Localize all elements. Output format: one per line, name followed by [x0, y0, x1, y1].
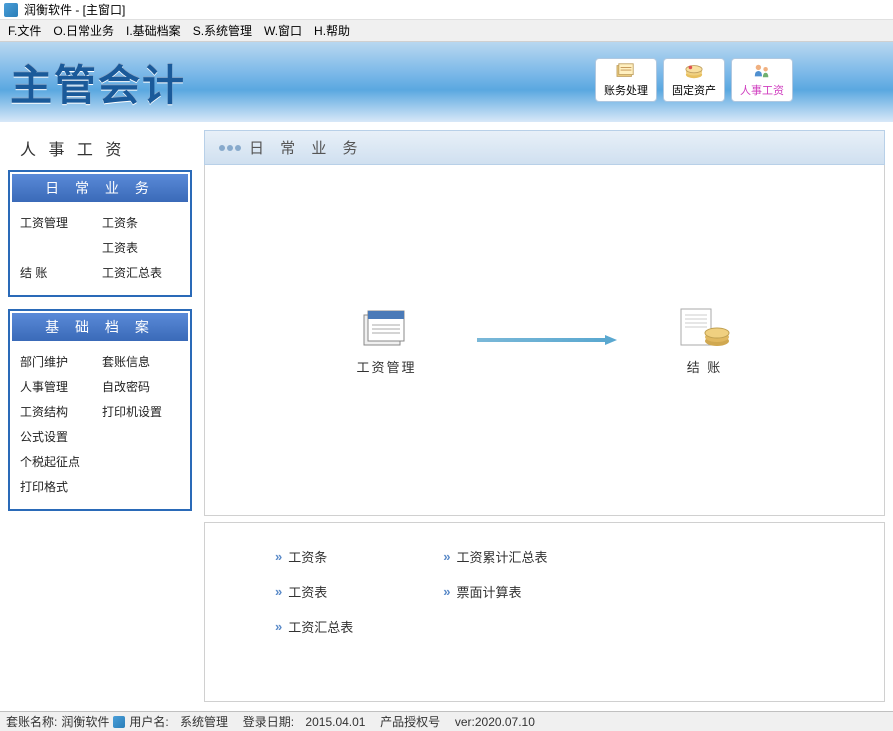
sidebar-title: 人 事 工 资	[8, 130, 192, 166]
status-icon	[113, 716, 125, 728]
sidebar-item-hr-mgmt[interactable]: 人事管理	[18, 374, 100, 399]
sidebar-item-salary-summary[interactable]: 工资汇总表	[100, 260, 182, 285]
status-user-label: 用户名:	[129, 713, 168, 730]
documents-icon	[358, 305, 414, 351]
content-main: 工资管理 结 账	[204, 165, 885, 516]
hr-icon	[751, 62, 773, 80]
status-date-value: 2015.04.01	[305, 715, 365, 729]
flow-close-account[interactable]: 结 账	[677, 305, 733, 376]
sidebar-item-tax-threshold[interactable]: 个税起征点	[18, 449, 182, 474]
banner-buttons: 账务处理 固定资产 人事工资	[595, 58, 793, 102]
content-bottom: 工资条 工资表 工资汇总表 工资累计汇总表 票面计算表	[204, 522, 885, 702]
sidebar-item-printer[interactable]: 打印机设置	[100, 399, 182, 424]
sidebar-item-salary-table[interactable]: 工资表	[100, 235, 182, 260]
sidebar-item-dept[interactable]: 部门维护	[18, 349, 100, 374]
sidebar-item-salary-mgmt[interactable]: 工资管理	[18, 210, 100, 235]
sidebar: 人 事 工 资 日 常 业 务 工资管理 工资条 工资表 结 账 工资汇总表 基…	[0, 122, 200, 710]
sidebar-item-empty	[18, 235, 100, 260]
content-header-text: 日 常 业 务	[249, 137, 364, 158]
sidebar-section-daily: 日 常 业 务 工资管理 工资条 工资表 结 账 工资汇总表	[8, 170, 192, 297]
status-date-label: 登录日期:	[243, 713, 294, 730]
status-account-label: 套账名称:	[6, 713, 57, 730]
sidebar-header: 基 础 档 案	[12, 313, 188, 341]
banner-title: 主管会计	[10, 52, 186, 113]
banner: 主管会计 账务处理 固定资产 人事工资	[0, 42, 893, 122]
sidebar-item-password[interactable]: 自改密码	[100, 374, 182, 399]
link-column: 工资条 工资表 工资汇总表	[275, 547, 353, 677]
link-salary-summary[interactable]: 工资汇总表	[275, 617, 353, 636]
ledger-coins-icon	[677, 305, 733, 351]
menu-daily[interactable]: O.日常业务	[53, 22, 114, 39]
link-denomination[interactable]: 票面计算表	[443, 582, 547, 601]
menu-window[interactable]: W.窗口	[264, 22, 302, 39]
banner-btn-hr[interactable]: 人事工资	[731, 58, 793, 102]
content-header: 日 常 业 务	[204, 130, 885, 165]
banner-btn-label: 人事工资	[740, 82, 784, 98]
sidebar-items: 工资管理 工资条 工资表 结 账 工资汇总表	[12, 210, 188, 293]
sidebar-item-formula[interactable]: 公式设置	[18, 424, 182, 449]
sidebar-item-close-account[interactable]: 结 账	[18, 260, 100, 285]
menu-system[interactable]: S.系统管理	[193, 22, 252, 39]
banner-btn-label: 固定资产	[672, 82, 716, 98]
sidebar-header: 日 常 业 务	[12, 174, 188, 202]
accounting-icon	[615, 62, 637, 80]
status-user-value: 系统管理	[180, 713, 228, 730]
assets-icon	[683, 62, 705, 80]
menubar: F.文件 O.日常业务 I.基础档案 S.系统管理 W.窗口 H.帮助	[0, 20, 893, 42]
link-cumulative-summary[interactable]: 工资累计汇总表	[443, 547, 547, 566]
flow-salary-mgmt[interactable]: 工资管理	[356, 305, 416, 376]
link-column: 工资累计汇总表 票面计算表	[443, 547, 547, 677]
link-salary-slip[interactable]: 工资条	[275, 547, 353, 566]
header-dots-icon	[219, 145, 241, 151]
banner-btn-label: 账务处理	[604, 82, 648, 98]
banner-btn-assets[interactable]: 固定资产	[663, 58, 725, 102]
status-license-value: ver:2020.07.10	[455, 715, 535, 729]
window-titlebar: 润衡软件 - [主窗口]	[0, 0, 893, 20]
window-title: 润衡软件 - [主窗口]	[24, 1, 125, 18]
statusbar: 套账名称:润衡软件 用户名: 系统管理 登录日期: 2015.04.01 产品授…	[0, 711, 893, 731]
sidebar-item-print-format[interactable]: 打印格式	[18, 474, 182, 499]
status-license-label: 产品授权号	[380, 713, 440, 730]
content: 日 常 业 务 工资管理	[200, 122, 893, 710]
sidebar-section-archives: 基 础 档 案 部门维护 套账信息 人事管理 自改密码 工资结构 打印机设置 公…	[8, 309, 192, 511]
sidebar-item-salary-slip[interactable]: 工资条	[100, 210, 182, 235]
link-salary-table[interactable]: 工资表	[275, 582, 353, 601]
app-icon	[4, 3, 18, 17]
flow-label: 工资管理	[356, 357, 416, 376]
menu-archives[interactable]: I.基础档案	[126, 22, 181, 39]
sidebar-items: 部门维护 套账信息 人事管理 自改密码 工资结构 打印机设置 公式设置 个税起征…	[12, 349, 188, 507]
main-area: 人 事 工 资 日 常 业 务 工资管理 工资条 工资表 结 账 工资汇总表 基…	[0, 122, 893, 710]
arrow-right-icon	[477, 335, 617, 345]
banner-btn-accounting[interactable]: 账务处理	[595, 58, 657, 102]
sidebar-item-salary-struct[interactable]: 工资结构	[18, 399, 100, 424]
sidebar-item-account-info[interactable]: 套账信息	[100, 349, 182, 374]
flow-label: 结 账	[687, 357, 723, 376]
menu-file[interactable]: F.文件	[8, 22, 41, 39]
status-account-value: 润衡软件	[61, 713, 109, 730]
menu-help[interactable]: H.帮助	[314, 22, 350, 39]
